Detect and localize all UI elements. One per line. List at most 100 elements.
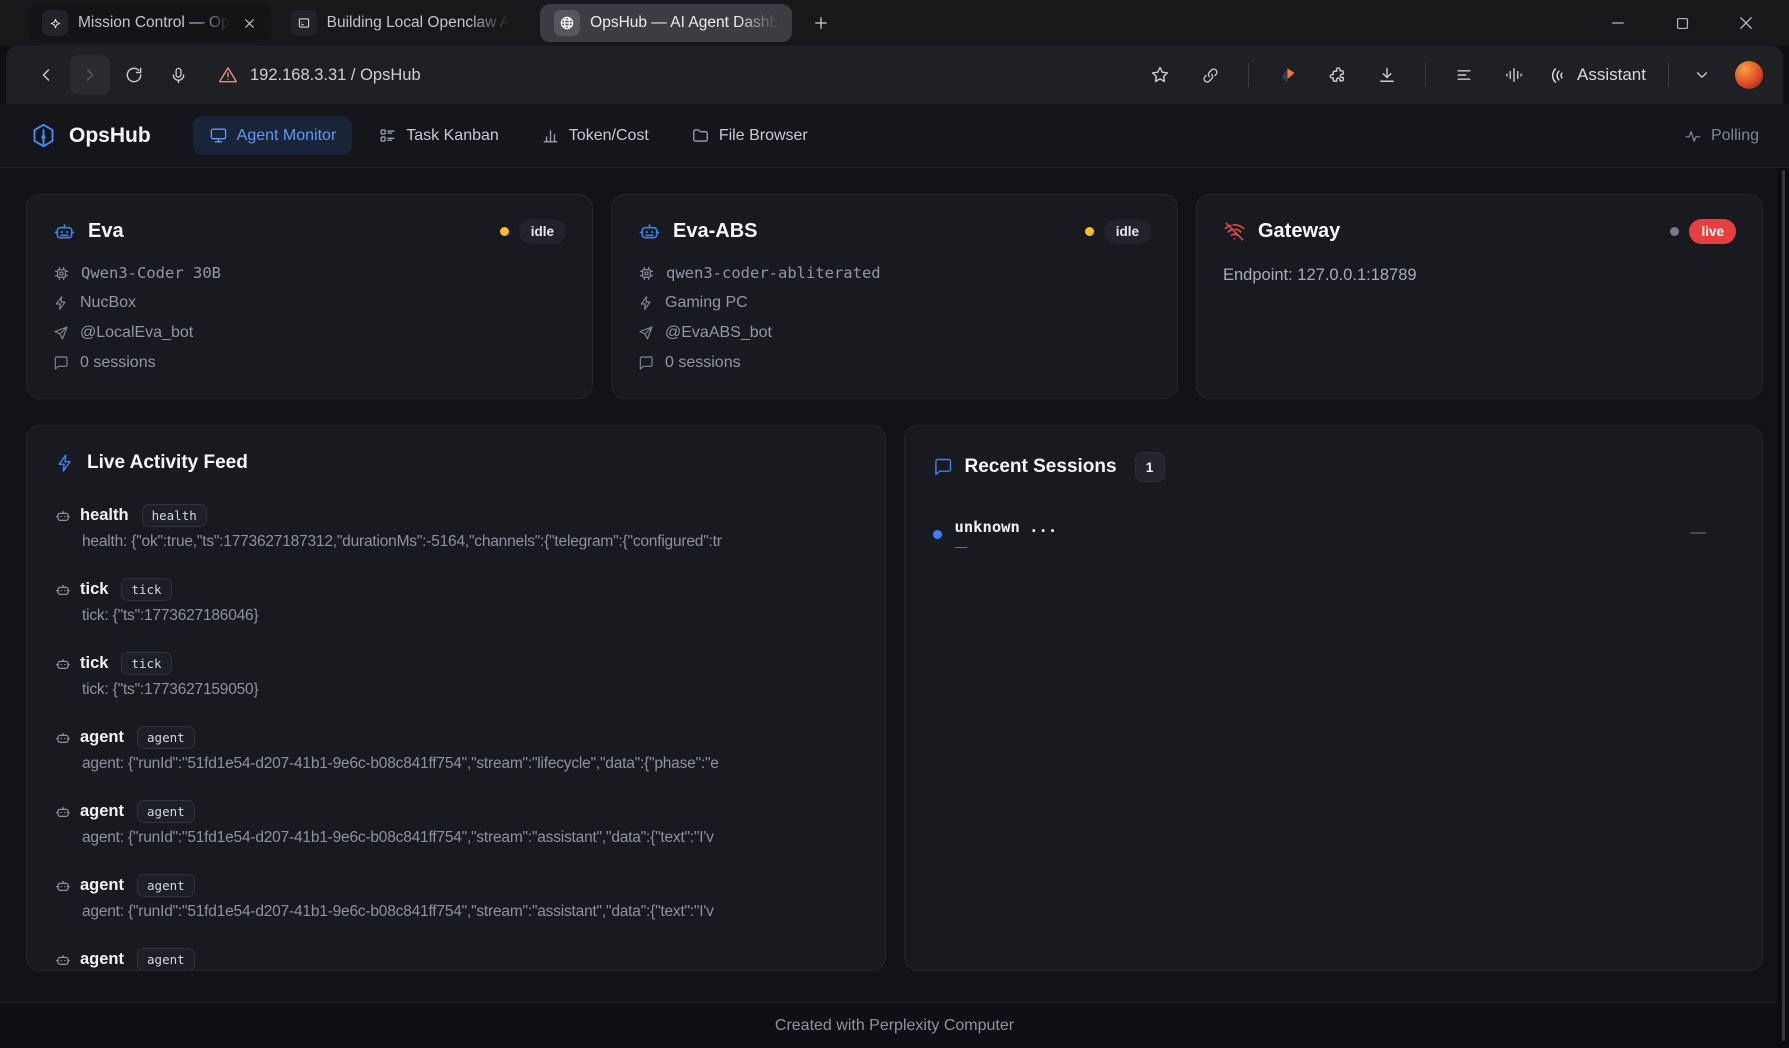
- robot-icon: [55, 582, 71, 598]
- robot-icon: [55, 804, 71, 820]
- folder-icon: [691, 126, 710, 145]
- robot-icon: [55, 952, 71, 968]
- minimize-button[interactable]: [1601, 6, 1635, 40]
- tab-close-icon[interactable]: [242, 16, 257, 31]
- gateway-card: Gateway live Endpoint: 127.0.0.1:18789: [1196, 194, 1763, 399]
- nav-tab-agent-monitor[interactable]: Agent Monitor: [193, 116, 353, 155]
- voice-waveform-icon[interactable]: [1494, 55, 1534, 95]
- robot-icon: [55, 508, 71, 524]
- tab-opshub-active[interactable]: OpsHub — AI Agent Dashb: [540, 4, 792, 42]
- status-dot: [1085, 227, 1094, 236]
- dashboard-content: Eva idle Qwen3-Coder 30B NucBox @: [0, 168, 1789, 1002]
- tab-building-openclaw[interactable]: Building Local Openclaw A: [277, 4, 525, 42]
- panel-title: Live Activity Feed: [87, 452, 248, 474]
- tab-mission-control[interactable]: Mission Control — Op: [28, 4, 271, 42]
- panel-title: Recent Sessions: [965, 456, 1117, 478]
- nav-label: Token/Cost: [569, 127, 649, 145]
- close-window-button[interactable]: [1729, 6, 1763, 40]
- event-name: agent: [80, 728, 124, 747]
- nav-label: Task Kanban: [406, 127, 499, 145]
- event-detail: health: {"ok":true,"ts":1773627187312,"d…: [82, 533, 857, 551]
- scrollbar-thumb[interactable]: [1782, 170, 1785, 1041]
- forward-button[interactable]: [70, 55, 110, 95]
- nav-tab-file-browser[interactable]: File Browser: [675, 116, 824, 155]
- bolt-icon: [53, 295, 69, 311]
- chat-bubble-icon: [933, 457, 953, 477]
- divider: [1425, 63, 1426, 87]
- microphone-icon[interactable]: [158, 55, 198, 95]
- agent-bot-handle: @LocalEva_bot: [80, 324, 193, 342]
- event-name: agent: [80, 802, 124, 821]
- chat-bubble-icon: [53, 355, 69, 371]
- status-dot: [500, 227, 509, 236]
- agent-card-eva: Eva idle Qwen3-Coder 30B NucBox @: [26, 194, 593, 399]
- back-button[interactable]: [26, 55, 66, 95]
- downloads-icon[interactable]: [1367, 55, 1407, 95]
- event-list: health health health: {"ok":true,"ts":17…: [55, 504, 857, 971]
- event-name: health: [80, 506, 129, 525]
- copy-link-icon[interactable]: [1190, 55, 1230, 95]
- profile-avatar[interactable]: [1735, 61, 1763, 89]
- agent-bot-handle: @EvaABS_bot: [665, 324, 772, 342]
- nav-label: Agent Monitor: [237, 127, 337, 145]
- bolt-icon: [638, 295, 654, 311]
- chip-icon: [638, 265, 655, 282]
- status-badge: live: [1689, 219, 1736, 244]
- bookmark-star-icon[interactable]: [1140, 55, 1180, 95]
- agent-model: Qwen3-Coder 30B: [81, 264, 221, 282]
- event-detail: agent: {"runId":"51fd1e54-d207-41b1-9e6c…: [82, 903, 857, 921]
- bar-chart-icon: [541, 126, 560, 145]
- chevron-down-icon[interactable]: [1687, 66, 1717, 84]
- security-warning-icon: [218, 65, 238, 85]
- event-type-badge: agent: [137, 874, 195, 897]
- bolt-icon: [55, 453, 75, 473]
- agent-cards-row: Eva idle Qwen3-Coder 30B NucBox @: [26, 194, 1763, 399]
- assistant-button[interactable]: Assistant: [1544, 65, 1650, 86]
- pulse-icon: [1684, 127, 1702, 145]
- event-detail: agent: {"runId":"51fd1e54-d207-41b1-9e6c…: [82, 829, 857, 847]
- tab-favicon-terminal-icon: [291, 10, 317, 36]
- scrollbar[interactable]: [1777, 168, 1789, 1048]
- session-list-item[interactable]: unknown ... — —: [933, 518, 1735, 554]
- reload-button[interactable]: [114, 55, 154, 95]
- extensions-puzzle-icon[interactable]: [1317, 55, 1357, 95]
- kanban-icon: [378, 126, 397, 145]
- url-text: 192.168.3.31 / OpsHub: [250, 66, 421, 85]
- robot-icon: [638, 220, 661, 243]
- session-meta: —: [1690, 524, 1734, 542]
- reading-list-icon[interactable]: [1444, 55, 1484, 95]
- feed-event: agent agent agent: {"runId":"51fd1e54-d2…: [55, 800, 857, 847]
- maximize-button[interactable]: [1665, 6, 1699, 40]
- assistant-waves-icon: [1548, 65, 1569, 86]
- nav-tab-task-kanban[interactable]: Task Kanban: [362, 116, 515, 155]
- polling-status[interactable]: Polling: [1684, 127, 1759, 145]
- status-badge: idle: [1104, 219, 1151, 244]
- robot-icon: [53, 220, 76, 243]
- feed-event: tick tick tick: {"ts":1773627159050}: [55, 652, 857, 699]
- agent-name: Eva-ABS: [673, 220, 757, 243]
- agent-name: Eva: [88, 220, 124, 243]
- agent-host: NucBox: [80, 294, 136, 312]
- feed-event: agent agent agent: {"runId":"51fd1e54-d2…: [55, 874, 857, 921]
- toolbar-right: Assistant: [1140, 55, 1763, 95]
- telegram-send-icon: [638, 325, 654, 341]
- event-type-badge: agent: [137, 800, 195, 823]
- divider: [1248, 63, 1249, 87]
- session-subtext: —: [955, 539, 1058, 554]
- page-footer: Created with Perplexity Computer: [0, 1002, 1789, 1048]
- robot-icon: [55, 730, 71, 746]
- session-name: unknown ...: [955, 518, 1058, 536]
- event-detail: tick: {"ts":1773627159050}: [82, 681, 857, 699]
- new-tab-button[interactable]: [806, 8, 836, 38]
- brand: OpsHub: [30, 122, 151, 149]
- event-name: tick: [80, 580, 108, 599]
- gateway-name: Gateway: [1258, 220, 1340, 243]
- session-status-dot: [933, 530, 942, 539]
- opshub-page: OpsHub Agent Monitor Task Kanban Token/C…: [0, 104, 1789, 1048]
- live-activity-feed-panel: Live Activity Feed health health health:…: [26, 425, 886, 971]
- event-type-badge: tick: [121, 652, 171, 675]
- nav-tab-token-cost[interactable]: Token/Cost: [525, 116, 665, 155]
- address-bar[interactable]: 192.168.3.31 / OpsHub: [218, 65, 421, 85]
- extension-megaphone-icon[interactable]: [1267, 55, 1307, 95]
- agent-card-eva-abs: Eva-ABS idle qwen3-coder-abliterated Gam…: [611, 194, 1178, 399]
